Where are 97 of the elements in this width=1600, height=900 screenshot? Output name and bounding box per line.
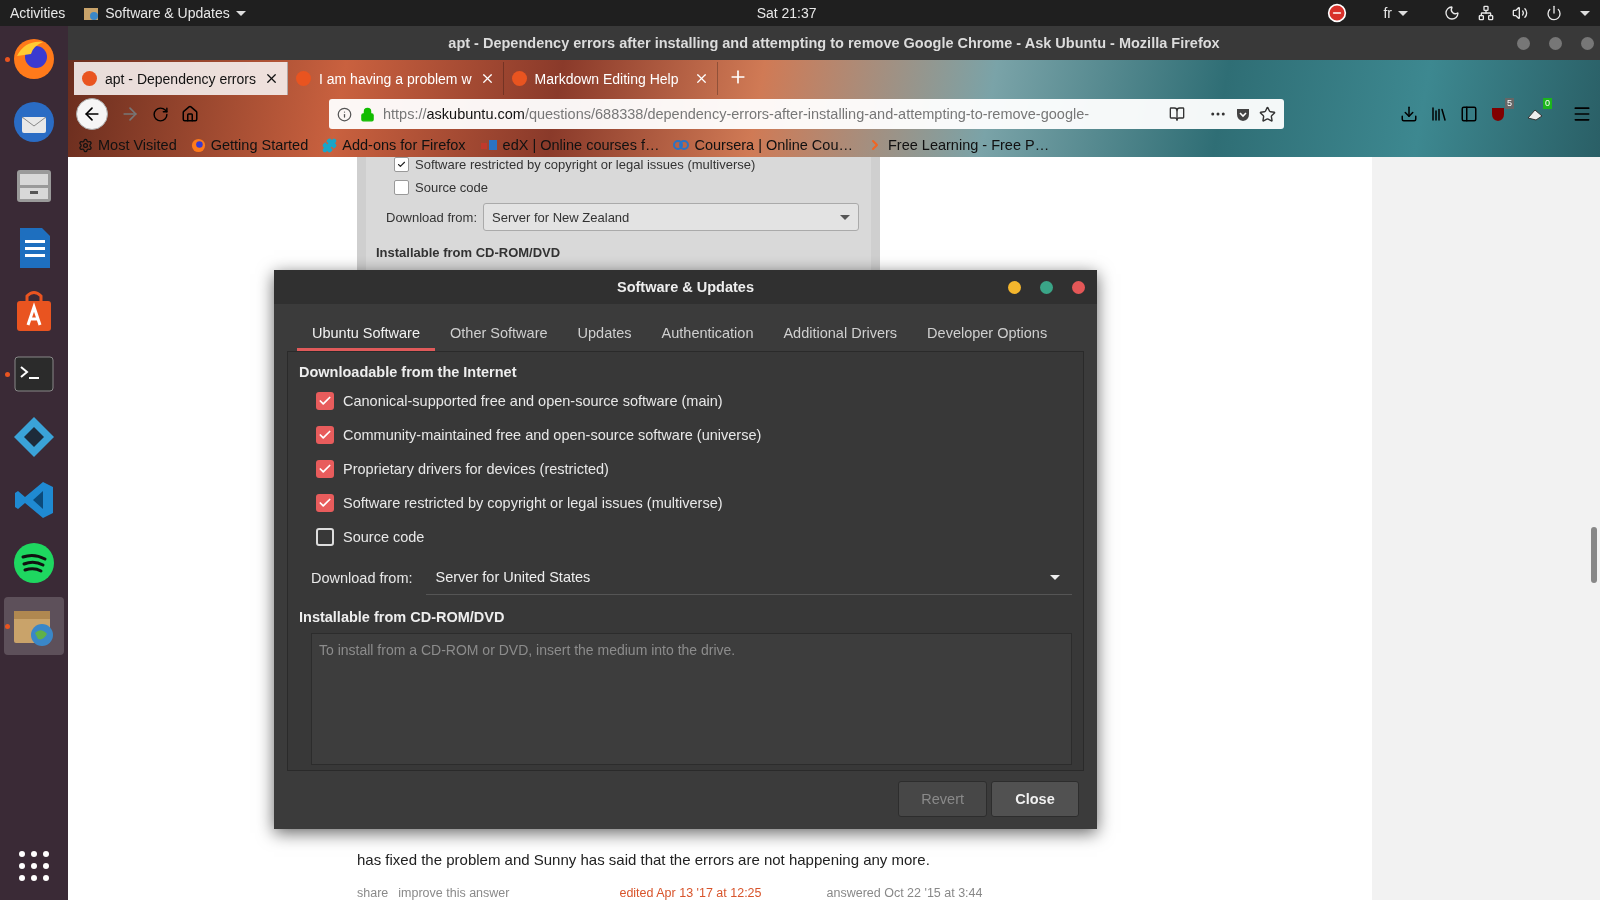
checkbox[interactable] bbox=[316, 426, 334, 444]
terminal-icon bbox=[13, 355, 55, 393]
caret-icon[interactable] bbox=[1580, 10, 1590, 16]
edited-link[interactable]: edited Apr 13 '17 at 12:25 bbox=[619, 886, 762, 900]
server-dropdown[interactable]: Server for United States bbox=[425, 560, 1072, 595]
browser-tab[interactable]: Markdown Editing Help bbox=[503, 62, 718, 95]
bookmark[interactable]: Getting Started bbox=[190, 137, 309, 153]
answered-date: answered Oct 22 '15 at 3:44 bbox=[826, 886, 983, 900]
caret-icon bbox=[1050, 574, 1060, 580]
browser-tab[interactable]: apt - Dependency errors bbox=[74, 62, 288, 95]
checkbox-label: Source code bbox=[343, 529, 425, 545]
power-icon[interactable] bbox=[1546, 5, 1562, 21]
dialog-title: Software & Updates bbox=[617, 279, 754, 295]
grid-icon bbox=[18, 850, 50, 882]
sidebar-icon[interactable] bbox=[1460, 105, 1478, 123]
reader-icon[interactable] bbox=[1169, 106, 1185, 122]
checkbox[interactable] bbox=[316, 494, 334, 512]
menu-icon[interactable] bbox=[1572, 104, 1592, 124]
download-icon[interactable] bbox=[1400, 105, 1418, 123]
app-menu[interactable]: Software & Updates bbox=[83, 5, 246, 21]
check-icon bbox=[318, 462, 332, 476]
checkbox-label: Canonical-supported free and open-source software (main) bbox=[343, 393, 723, 409]
shield-icon[interactable] bbox=[1235, 106, 1251, 122]
download-label: Download from: bbox=[311, 569, 413, 586]
dialog-tab[interactable]: Authentication bbox=[646, 317, 769, 351]
logo-icon bbox=[479, 139, 498, 151]
puzzle-icon bbox=[322, 137, 338, 153]
close-icon[interactable] bbox=[264, 71, 279, 86]
caret-icon bbox=[235, 10, 246, 16]
linked-rings-icon bbox=[673, 139, 690, 151]
package-icon bbox=[83, 5, 100, 21]
count-badge: 0 bbox=[1543, 98, 1552, 109]
bookmark[interactable]: Add-ons for Firefox bbox=[322, 137, 466, 153]
site-icon bbox=[82, 71, 97, 86]
mail-bird-icon bbox=[11, 99, 57, 145]
close-button[interactable] bbox=[1581, 37, 1594, 50]
library-icon[interactable] bbox=[1430, 105, 1448, 123]
maximize-button[interactable] bbox=[1549, 37, 1562, 50]
diamond-icon bbox=[12, 415, 56, 459]
no-entry-icon[interactable] bbox=[1327, 3, 1348, 23]
activities-button[interactable]: Activities bbox=[10, 5, 66, 21]
gear-icon bbox=[78, 137, 93, 153]
site-icon bbox=[296, 71, 311, 86]
info-icon bbox=[337, 106, 352, 122]
section-heading: Installable from CD-ROM/DVD bbox=[299, 609, 506, 625]
lock-icon bbox=[360, 106, 375, 122]
section-heading: Installable from CD-ROM/DVD bbox=[376, 245, 562, 260]
check-icon bbox=[318, 394, 332, 408]
browser-tab[interactable]: I am having a problem w bbox=[288, 62, 504, 95]
url-field[interactable]: https://askubuntu.com/questions/688338/dependency-errors-after-installing-and-attempting-to-remove-google- bbox=[329, 99, 1284, 129]
check-icon bbox=[318, 496, 332, 510]
checkbox[interactable] bbox=[316, 528, 334, 546]
clock[interactable]: Sat 21:37 bbox=[756, 5, 817, 21]
maximize-button[interactable] bbox=[1040, 281, 1053, 294]
answer-link[interactable]: improve this answer bbox=[398, 886, 510, 900]
code-editor-icon bbox=[13, 479, 55, 521]
checkbox-label: Software restricted by copyright or legal issues (multiverse) bbox=[343, 495, 723, 511]
dialog-tab[interactable]: Developer Options bbox=[912, 317, 1063, 351]
keyboard-layout-menu[interactable]: fr bbox=[1383, 5, 1408, 21]
dialog-tab[interactable]: Updates bbox=[562, 317, 647, 351]
browser-icon bbox=[11, 36, 57, 82]
answer-text: has fixed the problem and Sunny has said that the errors are not happening any more. bbox=[357, 851, 931, 868]
answer-link[interactable]: share bbox=[357, 886, 389, 900]
back-button[interactable] bbox=[76, 98, 108, 130]
checkbox-label: Software restricted by copyright or legal issues (multiverse) bbox=[415, 157, 756, 172]
bookmark[interactable]: Free Learning - Free P… bbox=[867, 137, 1050, 153]
running-indicator bbox=[5, 624, 10, 629]
checkbox[interactable] bbox=[316, 460, 334, 478]
check-icon bbox=[318, 428, 332, 442]
dialog-tab[interactable]: Additional Drivers bbox=[768, 317, 913, 351]
checkbox-label: Proprietary drivers for devices (restricted) bbox=[343, 461, 609, 477]
music-icon bbox=[12, 541, 56, 585]
count-badge: 5 bbox=[1505, 98, 1514, 109]
home-icon[interactable] bbox=[181, 105, 199, 123]
reload-icon[interactable] bbox=[152, 105, 169, 123]
scrollbar-thumb[interactable] bbox=[1591, 527, 1597, 583]
running-indicator bbox=[5, 57, 10, 62]
close-button[interactable] bbox=[1072, 281, 1085, 294]
caret-icon bbox=[840, 214, 850, 220]
checkbox[interactable] bbox=[316, 392, 334, 410]
minimize-button[interactable] bbox=[1008, 281, 1021, 294]
dialog-tab[interactable]: Other Software bbox=[435, 317, 563, 351]
bookmark[interactable]: Coursera | Online Cou… bbox=[673, 137, 853, 153]
site-icon bbox=[511, 71, 527, 86]
window-title: apt - Dependency errors after installing and attempting to remove Google Chrome - Ask Ubuntu - Mozilla Firefox bbox=[448, 35, 1220, 51]
running-indicator bbox=[5, 372, 10, 377]
dialog-button[interactable]: Close bbox=[991, 781, 1079, 817]
network-icon[interactable] bbox=[1478, 5, 1494, 21]
caret-icon bbox=[1398, 10, 1408, 16]
download-label: Download from: bbox=[386, 209, 478, 225]
star-icon[interactable] bbox=[1259, 105, 1276, 123]
browser-icon bbox=[190, 137, 206, 153]
volume-icon[interactable] bbox=[1512, 5, 1528, 21]
checkbox-label: Community-maintained free and open-source software (universe) bbox=[343, 427, 762, 443]
moon-icon[interactable] bbox=[1444, 5, 1460, 21]
checkbox-label: Source code bbox=[415, 180, 488, 195]
section-heading: Downloadable from the Internet bbox=[299, 364, 518, 380]
